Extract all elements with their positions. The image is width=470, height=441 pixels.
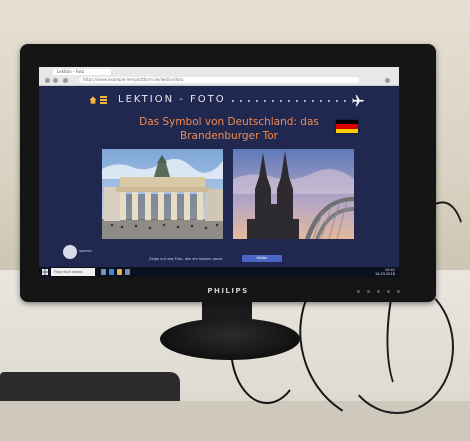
reload-icon[interactable] <box>63 78 68 83</box>
windows-taskbar: Frag mich etwas 10:42 14.03.2018 <box>39 267 399 277</box>
instruction-caption: Zeige auf das Foto, das am besten passt. <box>149 257 224 261</box>
logo-text: speexx <box>79 249 92 253</box>
progress-dots <box>229 100 347 102</box>
browser-tab[interactable]: Lektion - Foto <box>53 69 111 75</box>
site-header: LEKTION - FOTO <box>39 91 399 113</box>
german-flag-icon <box>336 120 358 133</box>
home-icon[interactable] <box>89 96 97 104</box>
menu-dots-icon[interactable] <box>385 78 390 83</box>
menu-icon[interactable] <box>100 96 107 104</box>
continue-button[interactable]: Weiter <box>242 255 282 262</box>
keyboard <box>0 372 180 401</box>
taskbar-search-input[interactable]: Frag mich etwas <box>51 268 95 276</box>
address-bar[interactable]: https://www.example-lernplattform.de/lek… <box>79 77 359 83</box>
windows-start-icon[interactable] <box>42 269 48 275</box>
forward-icon[interactable] <box>53 78 58 83</box>
clock-date: 14.03.2018 <box>374 272 395 276</box>
headline-line-2: Brandenburger Tor <box>180 130 278 142</box>
monitor-brand: PHILIPS <box>207 287 249 295</box>
header-title: LEKTION - FOTO <box>118 94 226 105</box>
monitor-buttons <box>357 290 400 293</box>
folder-taskbar-icon[interactable] <box>117 269 122 275</box>
headline-line-1: Das Symbol von Deutschland: das <box>139 116 319 128</box>
screen: Lektion - Foto https://www.example-lernp… <box>39 67 399 277</box>
task-view-icon[interactable] <box>101 269 106 275</box>
speexx-logo <box>63 245 77 259</box>
photo-cologne-cathedral[interactable] <box>233 149 354 239</box>
store-taskbar-icon[interactable] <box>125 269 130 275</box>
browser-chrome: Lektion - Foto https://www.example-lernp… <box>39 67 399 86</box>
browser-taskbar-icon[interactable] <box>109 269 114 275</box>
photo-brandenburg-gate[interactable] <box>102 149 223 239</box>
monitor-stand-base <box>160 318 300 360</box>
taskbar-clock: 10:42 14.03.2018 <box>375 268 395 276</box>
plane-icon <box>352 95 364 107</box>
back-icon[interactable] <box>45 78 50 83</box>
lesson-headline: Das Symbol von Deutschland: das Brandenb… <box>129 115 329 143</box>
